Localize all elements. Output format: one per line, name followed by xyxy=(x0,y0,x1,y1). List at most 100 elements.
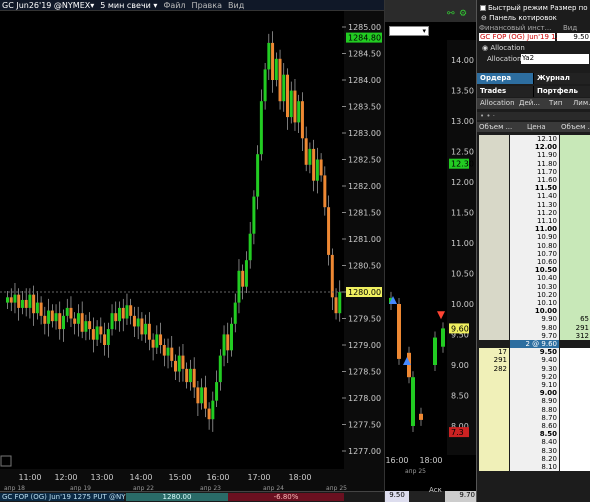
ladder-bid-size[interactable] xyxy=(479,217,509,226)
ladder-row[interactable]: 10.10 xyxy=(477,299,590,308)
ladder-dots-icon[interactable]: • • · xyxy=(480,112,495,120)
ladder-ask-size[interactable] xyxy=(560,430,590,439)
ladder-price[interactable]: 10.10 xyxy=(510,299,559,308)
ladder-price[interactable]: 10.40 xyxy=(510,274,559,283)
ladder-bid-size[interactable]: 291 xyxy=(479,356,509,365)
ladder-row[interactable]: 8.60 xyxy=(477,422,590,431)
instrument-field[interactable]: GC FOP (OG) Jun'19 12 xyxy=(479,33,560,41)
ladder-row[interactable]: 11.50 xyxy=(477,184,590,193)
ladder-price[interactable]: 9.80 xyxy=(510,323,559,332)
ladder-ask-size[interactable] xyxy=(560,143,590,152)
fast-mode-checkbox[interactable] xyxy=(480,5,486,11)
ladder-bid-size[interactable] xyxy=(479,233,509,242)
ladder-ask-size[interactable] xyxy=(560,413,590,422)
ladder-bid-size[interactable] xyxy=(479,430,509,439)
ladder-ask-size[interactable] xyxy=(560,307,590,316)
interval-selector[interactable]: 5 мин свечи ▾ xyxy=(100,1,157,10)
ladder-ask-size[interactable] xyxy=(560,463,590,472)
ladder-price[interactable]: 10.70 xyxy=(510,249,559,258)
ladder-bid-size[interactable] xyxy=(479,282,509,291)
ladder-bid-size[interactable] xyxy=(479,463,509,472)
ladder-price[interactable]: 10.20 xyxy=(510,290,559,299)
bid-value[interactable]: 9.50 xyxy=(385,491,409,502)
ladder-price[interactable]: 9.70 xyxy=(510,331,559,340)
tab-portfolio[interactable]: Портфель xyxy=(534,86,590,97)
ladder-ask-size[interactable] xyxy=(560,438,590,447)
ladder-ask-size[interactable] xyxy=(560,340,590,348)
ladder-row[interactable]: 11.00 xyxy=(477,225,590,234)
ladder-row[interactable]: 11.10 xyxy=(477,217,590,226)
ladder-bid-size[interactable] xyxy=(479,397,509,406)
ladder-price[interactable]: 11.00 xyxy=(510,225,559,234)
ladder-row[interactable]: 10.50 xyxy=(477,266,590,275)
ladder-bid-size[interactable] xyxy=(479,151,509,160)
ladder-price[interactable]: 10.90 xyxy=(510,233,559,242)
ladder-row[interactable]: 12.10 xyxy=(477,135,590,144)
ladder-ask-size[interactable] xyxy=(560,299,590,308)
ladder-ask-size[interactable] xyxy=(560,233,590,242)
ladder-bid-size[interactable] xyxy=(479,422,509,431)
ladder-row[interactable]: 11.60 xyxy=(477,176,590,185)
ladder-price[interactable]: 12.00 xyxy=(510,143,559,152)
ladder-price[interactable]: 10.50 xyxy=(510,266,559,275)
collapse-icon[interactable]: ⊖ xyxy=(481,14,489,22)
ladder-bid-size[interactable] xyxy=(479,167,509,176)
ladder-bid-size[interactable] xyxy=(479,176,509,185)
ladder-price[interactable]: 8.10 xyxy=(510,463,559,472)
ladder-price[interactable]: 11.80 xyxy=(510,159,559,168)
ladder-row[interactable]: 10.60 xyxy=(477,258,590,267)
ladder-row[interactable]: 8.40 xyxy=(477,438,590,447)
ladder-ask-size[interactable]: 312 xyxy=(560,331,590,340)
option-chart-window[interactable]: ⚯ ⚙ ▾ 14.00 13.50 13.00 12.50 12.00 11.50 11.0… xyxy=(384,0,477,502)
ladder-ask-size[interactable] xyxy=(560,159,590,168)
ladder-bid-size[interactable]: 282 xyxy=(479,364,509,373)
price-field[interactable]: 9.50 xyxy=(557,33,590,41)
ladder-row[interactable]: 8.70 xyxy=(477,413,590,422)
ladder-bid-size[interactable] xyxy=(479,143,509,152)
ladder-row[interactable]: 11.90 xyxy=(477,151,590,160)
ladder-bid-size[interactable] xyxy=(479,405,509,414)
ladder-ask-size[interactable] xyxy=(560,184,590,193)
tab-orders[interactable]: Ордера xyxy=(477,73,533,84)
ladder-ask-size[interactable] xyxy=(560,217,590,226)
ladder-ask-size[interactable] xyxy=(560,282,590,291)
ladder-row[interactable]: 17 9.50 xyxy=(477,348,590,357)
ladder-row[interactable]: 9.70 312 xyxy=(477,331,590,340)
ladder-bid-size[interactable] xyxy=(479,135,509,144)
ladder-row[interactable]: 10.30 xyxy=(477,282,590,291)
allocation-section[interactable]: ◉ Allocation xyxy=(477,44,590,53)
ladder-price[interactable]: 9.40 xyxy=(510,356,559,365)
ladder-row[interactable]: 9.00 xyxy=(477,389,590,398)
ladder-bid-size[interactable] xyxy=(479,200,509,209)
ladder-bid-size[interactable] xyxy=(479,413,509,422)
ladder-price[interactable]: 8.90 xyxy=(510,397,559,406)
ladder-price[interactable]: 12.10 xyxy=(510,135,559,144)
ladder-price[interactable]: 11.70 xyxy=(510,167,559,176)
ladder-ask-size[interactable] xyxy=(560,397,590,406)
ladder-row[interactable]: 11.30 xyxy=(477,200,590,209)
ladder-price[interactable]: 9.10 xyxy=(510,381,559,390)
ladder-price[interactable]: 11.40 xyxy=(510,192,559,201)
ladder-ask-size[interactable] xyxy=(560,241,590,250)
ladder-bid-size[interactable] xyxy=(479,389,509,398)
ladder-ask-size[interactable] xyxy=(560,258,590,267)
ladder-bid-size[interactable] xyxy=(479,241,509,250)
ladder-row[interactable]: 11.70 xyxy=(477,167,590,176)
ladder-price[interactable]: 11.30 xyxy=(510,200,559,209)
ladder-row[interactable]: 291 9.40 xyxy=(477,356,590,365)
ladder-row[interactable]: 2 @ 9.60 xyxy=(477,340,590,349)
ladder-ask-size[interactable] xyxy=(560,225,590,234)
ladder-price[interactable]: 8.40 xyxy=(510,438,559,447)
col-type[interactable]: Тип xyxy=(549,99,562,107)
ladder-bid-size[interactable] xyxy=(479,454,509,463)
ladder-row[interactable]: 9.80 291 xyxy=(477,323,590,332)
instrument-row[interactable]: GC FOP (OG) Jun'19 12 9.50 xyxy=(477,33,590,43)
ladder-bid-size[interactable] xyxy=(479,192,509,201)
ladder-row[interactable]: 10.40 xyxy=(477,274,590,283)
ladder-bid-size[interactable] xyxy=(479,381,509,390)
ladder-ask-size[interactable] xyxy=(560,348,590,357)
ladder-row[interactable]: 8.80 xyxy=(477,405,590,414)
ladder-price[interactable]: 11.20 xyxy=(510,208,559,217)
ladder-row[interactable]: 11.20 xyxy=(477,208,590,217)
ladder-ask-size[interactable] xyxy=(560,249,590,258)
